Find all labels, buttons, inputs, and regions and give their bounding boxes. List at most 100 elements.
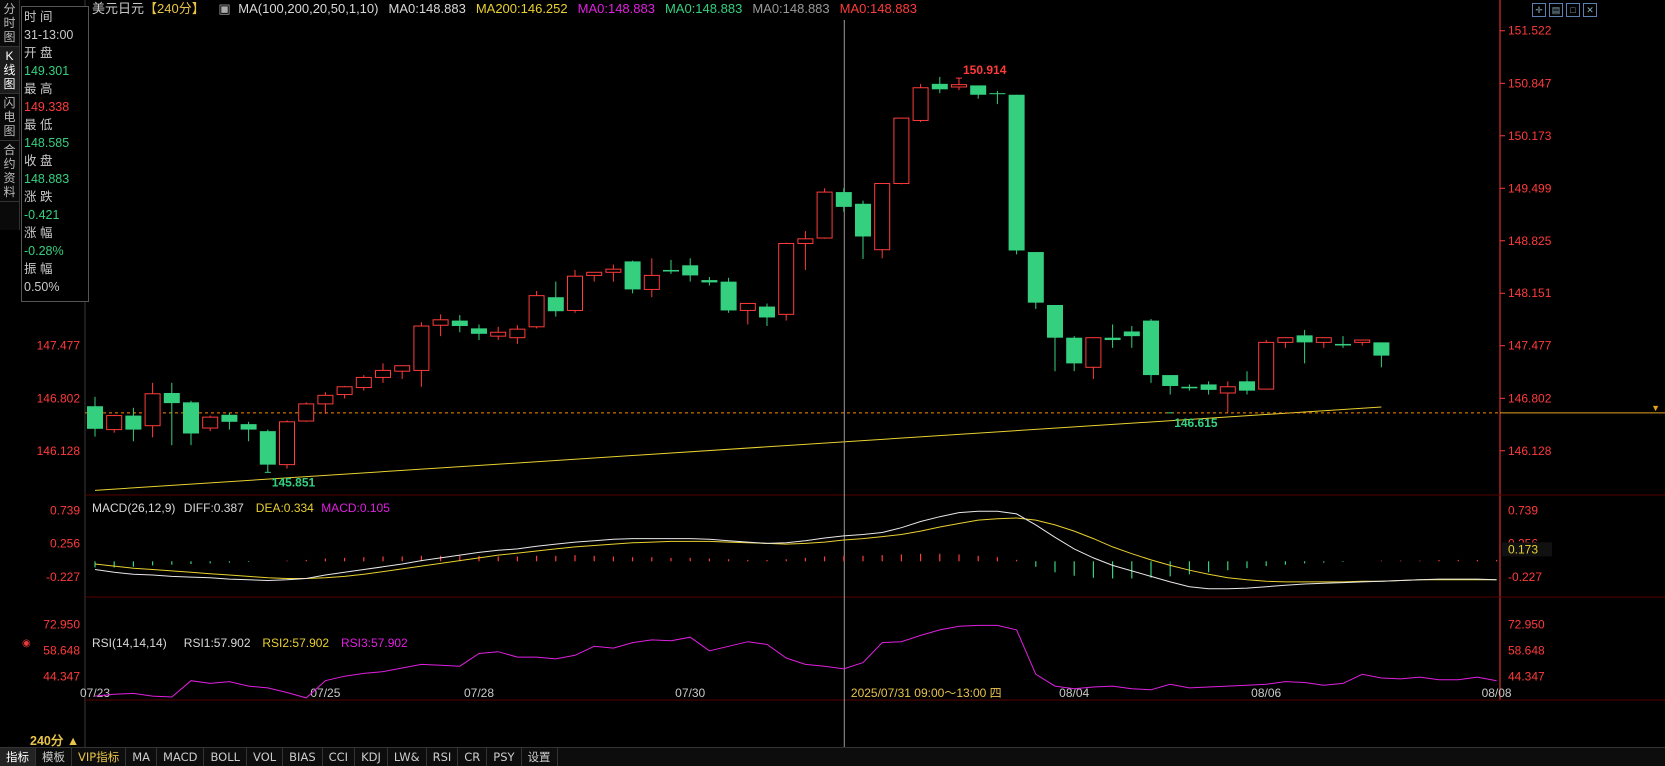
indicator-tab[interactable]: 模板 (36, 748, 72, 766)
extreme-label: 145.851 (272, 475, 316, 489)
candle-body-down (471, 328, 487, 334)
candle-body-down (701, 280, 718, 283)
macd-y-label-left: 0.739 (50, 504, 80, 518)
candle-body-up (279, 421, 295, 466)
x-tick-label: 07/25 (310, 686, 340, 700)
info-label: 最 高 (24, 82, 53, 96)
candle-body-up (797, 238, 814, 244)
y-tick-label-left: 146.128 (37, 444, 81, 458)
indicator-tab[interactable]: MA (126, 748, 157, 766)
candle-body-down (1143, 320, 1159, 376)
x-tick-label: 07/23 (80, 686, 110, 700)
candle-body-up (912, 87, 929, 121)
info-value: 148.585 (24, 136, 70, 150)
candle-body-up (1354, 339, 1371, 343)
y-tick-label-left: 147.477 (37, 339, 81, 353)
candle-body-down (451, 320, 468, 327)
candle-body-down (1123, 331, 1140, 337)
current-price-marker: ▼ (1651, 403, 1660, 413)
candle-body-up (1315, 337, 1332, 343)
rsi-y-label-left: 72.950 (43, 618, 80, 632)
indicator-tab[interactable]: MACD (157, 748, 205, 766)
info-value: 149.338 (24, 100, 70, 114)
indicator-tab[interactable]: LW& (388, 748, 427, 766)
indicator-tab[interactable]: BOLL (204, 748, 248, 766)
extreme-label: 146.615 (1174, 416, 1218, 430)
candle-body-down (1239, 381, 1255, 391)
rsi-legend-item: RSI(14,14,14) (92, 636, 167, 650)
info-value: 31-13:00 (24, 28, 74, 42)
candle-body-down (1162, 375, 1179, 386)
macd-legend-item: DIFF:0.387 (184, 501, 244, 515)
candle-body-up (298, 403, 315, 422)
candle-body-down (221, 414, 238, 422)
candle-body-down (1047, 305, 1063, 338)
indicator-tab[interactable]: CCI (323, 748, 356, 766)
candle-body-up (739, 302, 756, 311)
candle-body-down (125, 415, 142, 430)
info-label: 时 间 (24, 10, 53, 24)
candle-body-down (1181, 386, 1198, 389)
candle-body-down (1027, 252, 1044, 303)
candle-body-up (413, 325, 430, 371)
x-tick-label: 07/30 (675, 686, 705, 700)
info-label: 最 低 (24, 118, 53, 132)
candle-body-up (144, 393, 161, 427)
chart-canvas[interactable]: 151.522 150.847 150.173 149.499 148.825 148.1… (0, 0, 1665, 765)
indicator-tab[interactable]: VOL (247, 748, 284, 766)
candle-body-down (163, 392, 180, 404)
candle-body-up (106, 415, 123, 431)
candle-body-down (183, 402, 199, 434)
macd-y-label-left: -0.227 (46, 570, 80, 584)
candle-body-down (1066, 337, 1083, 364)
candle-body-down (259, 431, 276, 465)
y-tick-label: 147.477 (1508, 339, 1552, 353)
macd-y-label: 0.739 (1508, 504, 1538, 518)
info-label: 振 幅 (24, 262, 53, 276)
candle-body-down (547, 297, 564, 312)
candle-body-down (855, 203, 871, 237)
y-tick-label: 146.802 (1508, 391, 1552, 405)
info-value: -0.28% (24, 244, 64, 258)
candle-body-up (355, 376, 372, 389)
rsi-settings-icon: ◉ (22, 638, 31, 649)
cursor-time-label: 2025/07/31 09:00～13:00 四 (851, 686, 1002, 700)
candle-body-up (778, 242, 795, 315)
candle-body-up (375, 369, 391, 378)
candle-body-down (1200, 384, 1217, 390)
rsi-y-label: 72.950 (1508, 618, 1545, 632)
candle-body-up (317, 394, 334, 405)
info-label: 收 盘 (24, 154, 53, 168)
indicator-tab[interactable]: 指标 (0, 748, 36, 766)
indicator-tab[interactable]: BIAS (283, 748, 323, 766)
indicator-tab[interactable]: KDJ (355, 748, 388, 766)
y-tick-label: 150.173 (1508, 129, 1552, 143)
x-tick-label: 08/06 (1251, 686, 1281, 700)
macd-current-value: 0.173 (1508, 542, 1538, 556)
candle-body-down (759, 306, 775, 318)
rsi-y-label-left: 44.347 (43, 669, 80, 683)
indicator-tab[interactable]: VIP指标 (72, 748, 127, 766)
indicator-tab[interactable]: 设置 (522, 748, 558, 766)
candle-body-up (643, 274, 660, 290)
info-value: 149.301 (24, 64, 70, 78)
candle-body-up (528, 295, 545, 328)
candle-body-up (490, 331, 507, 337)
indicator-tab[interactable]: RSI (427, 748, 459, 766)
candle-body-down (835, 192, 852, 207)
candle-body-down (1008, 94, 1025, 251)
rsi-legend-item: RSI3:57.902 (341, 636, 408, 650)
macd-y-label: -0.227 (1508, 570, 1542, 584)
macd-dea-line (94, 517, 1497, 583)
rsi-legend-item: RSI1:57.902 (184, 636, 251, 650)
indicator-tab[interactable]: CR (458, 748, 488, 766)
candle-body-down (240, 424, 257, 430)
indicator-tab[interactable]: PSY (487, 748, 522, 766)
y-tick-label: 151.522 (1508, 24, 1552, 38)
info-value: -0.421 (24, 208, 60, 222)
candle-body-up (336, 386, 353, 396)
candle-body-down (1335, 343, 1351, 346)
rsi-y-label: 58.648 (1508, 644, 1545, 658)
candle-body-down (663, 269, 679, 272)
candle-body-up (394, 365, 411, 372)
